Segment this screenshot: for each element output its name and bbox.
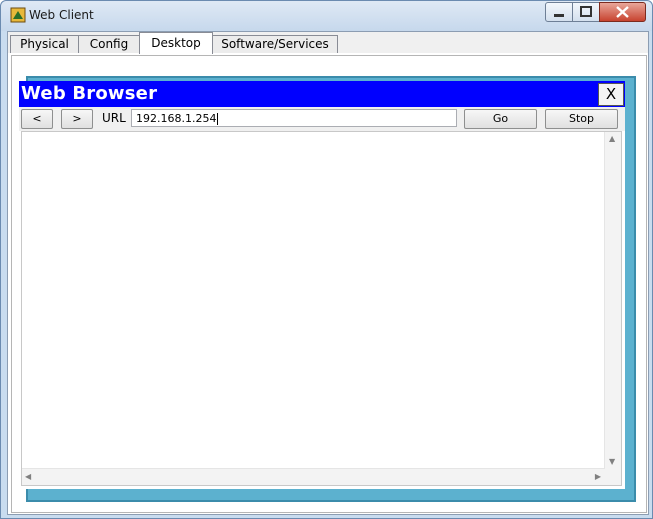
minimize-icon	[554, 14, 564, 17]
browser-titlebar: Web Browser X	[19, 81, 625, 107]
text-caret	[217, 113, 219, 125]
web-browser-window: Web Browser X < > URL 192.168.1.254 Go S…	[19, 81, 625, 489]
browser-content-pane[interactable]: ▲ ▼ ◀ ▶	[21, 131, 622, 486]
close-window-button[interactable]	[599, 2, 646, 22]
browser-nav-bar: < > URL 192.168.1.254 Go Stop	[19, 107, 625, 131]
scroll-right-icon[interactable]: ▶	[595, 472, 601, 481]
packet-tracer-app-icon	[10, 7, 26, 23]
forward-button[interactable]: >	[61, 109, 93, 129]
web-client-window: Web Client Physical Config Desktop Softw…	[0, 0, 653, 519]
url-label: URL	[102, 111, 126, 125]
close-icon	[616, 6, 629, 18]
minimize-button[interactable]	[545, 2, 573, 22]
maximize-button[interactable]	[572, 2, 600, 22]
scrollbar-corner	[605, 469, 621, 485]
url-input[interactable]: 192.168.1.254	[131, 109, 457, 127]
browser-title: Web Browser	[21, 83, 158, 104]
tab-config[interactable]: Config	[78, 35, 140, 53]
vertical-scrollbar[interactable]: ▲ ▼	[604, 132, 621, 469]
scroll-left-icon[interactable]: ◀	[25, 472, 31, 481]
window-title: Web Client	[29, 8, 94, 22]
tab-physical[interactable]: Physical	[10, 35, 79, 53]
scroll-down-icon[interactable]: ▼	[609, 457, 615, 466]
tab-software-services[interactable]: Software/Services	[212, 35, 338, 53]
maximize-icon	[580, 6, 592, 17]
scroll-up-icon[interactable]: ▲	[609, 134, 615, 143]
stop-button[interactable]: Stop	[545, 109, 618, 129]
url-value: 192.168.1.254	[136, 112, 217, 125]
tab-desktop[interactable]: Desktop	[139, 32, 213, 54]
window-titlebar[interactable]: Web Client	[1, 1, 652, 31]
back-button[interactable]: <	[21, 109, 53, 129]
tab-bar: Physical Config Desktop Software/Service…	[8, 32, 648, 54]
horizontal-scrollbar[interactable]: ◀ ▶	[22, 468, 605, 485]
go-button[interactable]: Go	[464, 109, 537, 129]
browser-close-button[interactable]: X	[598, 83, 624, 106]
